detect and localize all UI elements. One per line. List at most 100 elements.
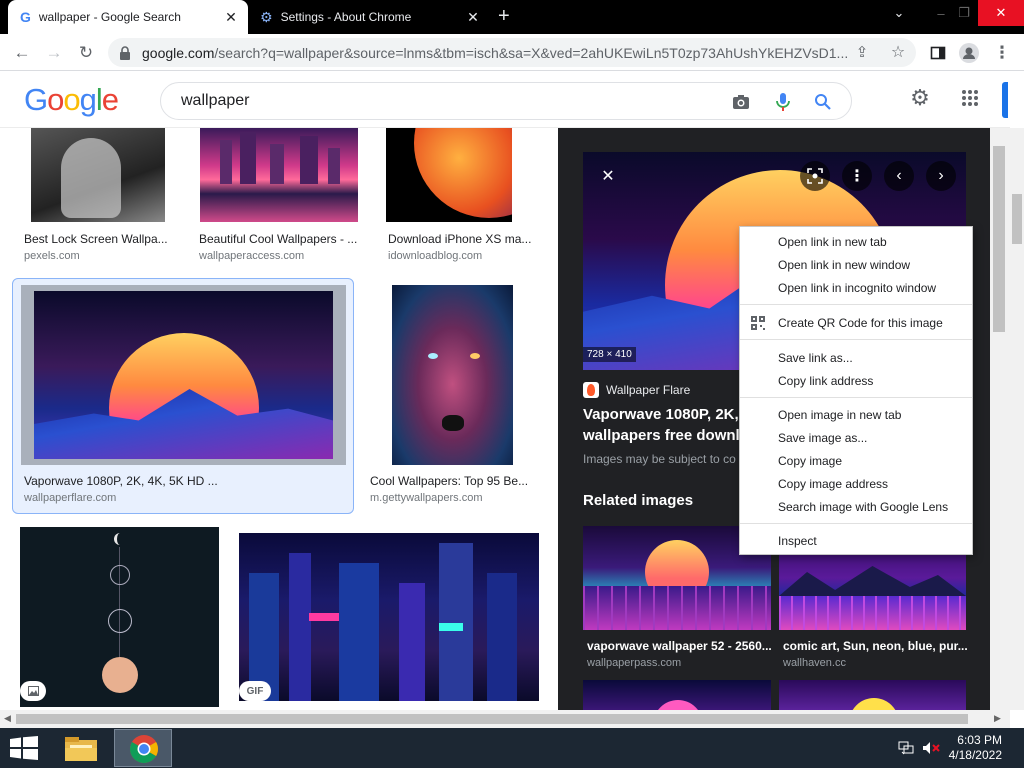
share-icon[interactable]: ⇪ [850,40,874,64]
horizontal-scrollbar[interactable]: ◀ ▶ [0,710,1010,728]
scrollbar-thumb[interactable] [16,714,968,724]
preview-site[interactable]: Wallpaper Flare [583,382,690,398]
search-box[interactable]: wallpaper [160,82,852,120]
close-preview-icon[interactable]: ✕ [593,161,623,191]
result-source: pexels.com [24,250,80,262]
copyright-note: Images may be subject to co [583,452,736,466]
menu-copy-link-address[interactable]: Copy link address [740,370,972,392]
image-dimensions: 728 × 410 [583,347,636,362]
system-clock[interactable]: 6:03 PM 4/18/2022 [949,733,1002,763]
tab-strip: G wallpaper - Google Search ✕ ⚙ Settings… [0,0,1024,34]
profile-avatar-icon[interactable] [957,41,981,65]
maximize-button[interactable]: ❐ [950,0,978,26]
result-title[interactable]: Beautiful Cool Wallpapers - ... [199,232,361,246]
search-icon[interactable] [813,92,833,112]
result-thumbnail[interactable] [386,128,512,222]
menu-open-image-new-tab[interactable]: Open image in new tab [740,404,972,426]
menu-create-qr-code[interactable]: Create QR Code for this image [740,312,972,334]
tab-google-search[interactable]: G wallpaper - Google Search ✕ [8,0,248,34]
close-window-button[interactable]: ✕ [978,0,1024,26]
tab-close-icon[interactable]: ✕ [462,9,484,26]
result-source: m.gettywallpapers.com [370,492,483,504]
network-icon[interactable] [898,741,914,755]
back-arrow-icon[interactable]: ← [10,41,34,65]
chrome-icon [130,735,158,763]
related-images-heading: Related images [583,492,694,509]
menu-separator [740,304,972,305]
forward-arrow-icon[interactable]: → [42,41,66,65]
tab-settings[interactable]: ⚙ Settings - About Chrome ✕ [250,0,490,34]
menu-copy-image-address[interactable]: Copy image address [740,473,972,495]
result-thumbnail[interactable] [392,285,513,465]
result-thumbnail[interactable] [239,533,539,701]
screen: G wallpaper - Google Search ✕ ⚙ Settings… [0,0,1024,768]
tab-title: wallpaper - Google Search [38,10,181,24]
sign-in-button-edge[interactable] [1002,82,1008,118]
outer-vertical-scrollbar[interactable] [1010,128,1024,710]
menu-search-google-lens[interactable]: Search image with Google Lens [740,496,972,518]
result-thumbnail[interactable] [20,527,219,707]
menu-kebab-icon[interactable]: ⋮ [990,41,1014,65]
menu-open-link-new-tab[interactable]: Open link in new tab [740,231,972,253]
result-source: wallpaperflare.com [24,492,117,504]
scrollbar-thumb[interactable] [993,146,1005,332]
menu-separator [740,397,972,398]
related-source: wallpaperpass.com [587,657,682,669]
scroll-right-icon[interactable]: ▶ [994,713,1001,724]
more-options-icon[interactable]: ⋮ [842,161,872,191]
result-thumbnail-selected[interactable] [21,285,346,465]
reload-icon[interactable]: ↻ [74,41,98,65]
image-results-grid: Best Lock Screen Wallpa... pexels.com Be… [0,128,558,710]
scroll-left-icon[interactable]: ◀ [4,713,11,724]
bookmark-star-icon[interactable]: ☆ [886,40,910,64]
result-title[interactable]: Download iPhone XS ma... [388,232,538,246]
address-bar[interactable]: google.com/search?q=wallpaper&source=lnm… [108,38,916,67]
chrome-taskbar-button[interactable] [114,729,172,767]
apps-grid-icon[interactable] [958,86,982,110]
related-image-thumbnail[interactable] [583,680,771,710]
search-input[interactable]: wallpaper [181,92,249,110]
result-title[interactable]: Vaporwave 1080P, 2K, 4K, 5K HD ... [24,474,224,488]
result-title[interactable]: Cool Wallpapers: Top 95 Be... [370,474,532,488]
menu-separator [740,339,972,340]
clock-time: 6:03 PM [957,733,1002,747]
scrollbar-thumb[interactable] [1012,194,1022,244]
result-title[interactable]: Best Lock Screen Wallpa... [24,232,174,246]
side-panel-icon[interactable] [926,41,950,65]
related-title[interactable]: comic art, Sun, neon, blue, pur... [783,639,973,653]
file-explorer-icon[interactable] [64,735,98,762]
result-thumbnail[interactable] [200,128,358,222]
google-logo[interactable]: Google [24,82,119,118]
menu-open-link-incognito[interactable]: Open link in incognito window [740,277,972,299]
image-icon [27,686,39,696]
lens-search-icon[interactable] [800,161,830,191]
menu-copy-image[interactable]: Copy image [740,450,972,472]
settings-gear-icon[interactable]: ⚙ [908,85,932,110]
result-source: idownloadblog.com [388,250,483,262]
related-title[interactable]: vaporwave wallpaper 52 - 2560... [587,639,777,653]
related-image-thumbnail[interactable] [779,680,966,710]
menu-separator [740,523,972,524]
tab-search-chevron-icon[interactable]: ⌄ [882,0,916,26]
menu-inspect[interactable]: Inspect [740,530,972,552]
start-windows-icon[interactable] [10,736,38,760]
image-badge [20,681,46,701]
menu-open-link-new-window[interactable]: Open link in new window [740,254,972,276]
menu-save-link-as[interactable]: Save link as... [740,347,972,369]
tab-close-icon[interactable]: ✕ [220,9,242,26]
next-image-icon[interactable]: › [926,161,956,191]
page-vertical-scrollbar[interactable] [990,128,1010,710]
preview-title[interactable]: Vaporwave 1080P, 2K, 4 wallpapers free d… [583,404,763,446]
volume-muted-icon[interactable] [922,741,940,755]
windows-taskbar: 6:03 PM 4/18/2022 [0,728,1024,768]
microphone-icon[interactable] [773,92,793,112]
url-text: google.com/search?q=wallpaper&source=lnm… [142,45,849,61]
menu-save-image-as[interactable]: Save image as... [740,427,972,449]
related-source: wallhaven.cc [783,657,846,669]
new-tab-button[interactable]: + [498,6,510,26]
lock-icon [120,46,130,60]
clock-date: 4/18/2022 [948,748,1002,762]
previous-image-icon[interactable]: ‹ [884,161,914,191]
camera-icon[interactable] [731,92,751,112]
result-thumbnail[interactable] [31,128,165,222]
